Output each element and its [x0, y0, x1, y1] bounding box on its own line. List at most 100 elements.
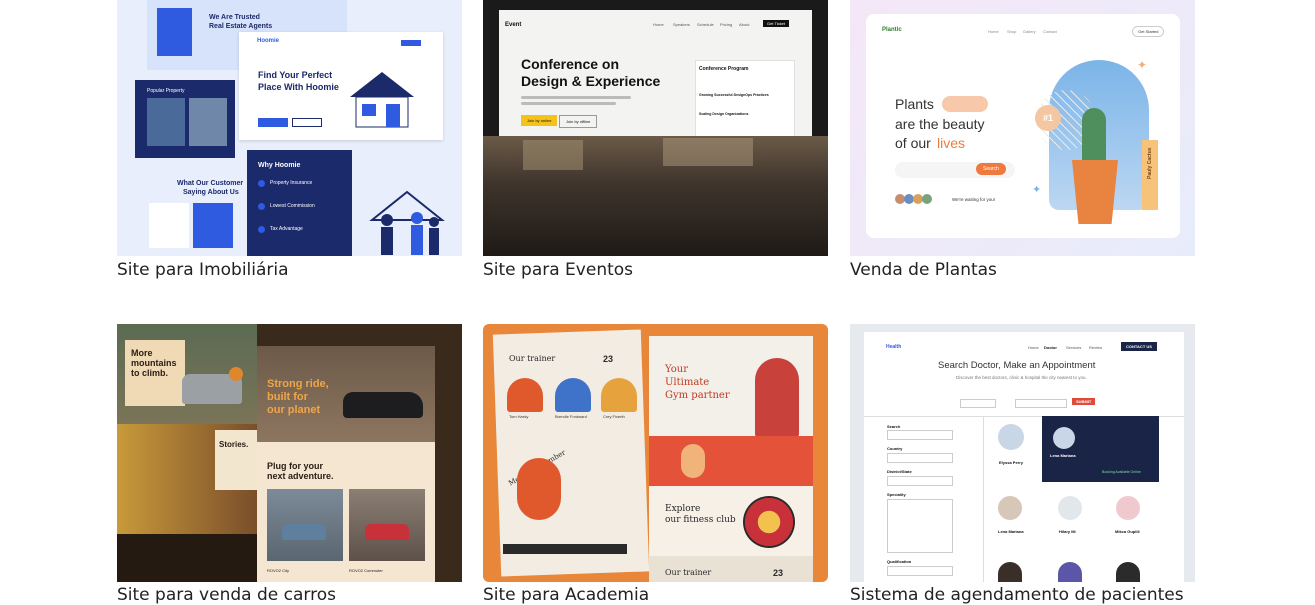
doctor-avatar — [998, 562, 1022, 582]
car-shape-2 — [365, 524, 409, 540]
template-preview-plants[interactable]: Plantic Home Shop Gallery Contact Get St… — [850, 0, 1195, 256]
preview-title: Search Doctor, Make an Appointment — [938, 360, 1096, 371]
template-caption[interactable]: Sistema de agendamento de pacientes — [850, 585, 1184, 605]
testimonial-card-1 — [149, 203, 189, 248]
preview-hero-1: Strong ride, — [267, 378, 329, 390]
preview-nav-1: Home — [653, 22, 664, 27]
preview-doctor-4: Hilary Mi — [1059, 529, 1076, 534]
filter-select — [887, 476, 953, 486]
athlete-photo — [755, 358, 799, 438]
sparkle-icon: ✦ — [1137, 58, 1148, 72]
preview-heading-2: are the beauty — [895, 116, 985, 132]
preview-hero-heading-2: Real Estate Agents — [209, 23, 273, 30]
preview-hero-2: built for — [267, 391, 308, 403]
trainer-photo-3 — [601, 378, 637, 412]
preview-program-item-2: Scaling Design Organizations — [699, 112, 749, 116]
preview-subtitle: Discover the best doctors, clinic & hosp… — [956, 375, 1087, 380]
template-card-gym[interactable]: Our trainer 23 Tom Hardy Brendle Fordwar… — [483, 324, 828, 605]
template-card-cars[interactable]: More mountains to climb. Stories. Strong… — [117, 324, 462, 605]
template-card-plants[interactable]: Plantic Home Shop Gallery Contact Get St… — [850, 0, 1195, 280]
preview-logo: Plantic — [882, 27, 902, 33]
preview-stories: Stories. — [219, 440, 249, 449]
cactus-body — [1082, 108, 1106, 166]
preview-name-field — [960, 399, 996, 408]
template-preview-health[interactable]: Health Home Doctor Services Review CONTA… — [850, 324, 1195, 582]
preview-nav-2: Shop — [1007, 29, 1017, 34]
preview-waiting-text: We're waiting for you! — [952, 197, 996, 202]
preview-doctor-1: Elyssa Perry — [999, 460, 1024, 465]
template-preview-gym[interactable]: Our trainer 23 Tom Hardy Brendle Fordwar… — [483, 324, 828, 582]
plant-pill — [942, 96, 988, 112]
preview-nav-5: About — [739, 22, 750, 27]
preview-filter-5: Qualification — [887, 559, 912, 564]
preview-hero-3: our planet — [267, 404, 321, 416]
photo-window — [663, 138, 753, 166]
preview-nav-button: CONTACT US — [1121, 342, 1157, 351]
preview-nav-button: Get Ticket — [763, 20, 790, 27]
preview-trainer-count: 23 — [603, 354, 614, 364]
preview-heading-accent: lives — [937, 135, 966, 151]
preview-trainer-title: Our trainer — [509, 354, 556, 363]
preview-nav-2: Doctor — [1044, 345, 1057, 350]
doctor-avatar — [1053, 427, 1075, 449]
template-card-health[interactable]: Health Home Doctor Services Review CONTA… — [850, 324, 1195, 605]
house-photo-2 — [189, 98, 227, 146]
template-caption[interactable]: Site para Academia — [483, 585, 649, 605]
trainer-photo-2 — [555, 378, 591, 412]
preview-nav-1: Home — [1028, 345, 1039, 350]
preview-logo: Health — [886, 344, 902, 350]
preview-trainer-1: Tom Hardy — [509, 414, 529, 419]
weights-photo — [743, 496, 795, 548]
preview-feature-2: Lowest Commission — [270, 203, 315, 209]
template-card-events[interactable]: Event Home Speakers Schedule Pricing Abo… — [483, 0, 828, 280]
preview-heading-1: Conference on — [521, 56, 620, 72]
preview-testimonial-1: What Our Customer — [177, 180, 244, 187]
preview-hero-2: Ultimate — [665, 377, 710, 388]
preview-property-label: Popular Property — [147, 88, 185, 94]
preview-headline-3: to climb. — [131, 368, 169, 378]
preview-nav-3: Gallery — [1023, 29, 1036, 34]
preview-nav-3: Schedule — [697, 22, 714, 27]
trainer-photo-1 — [507, 378, 543, 412]
preview-bottom-title: Our trainer — [665, 568, 712, 577]
doctor-avatar — [1116, 496, 1140, 520]
template-preview-cars[interactable]: More mountains to climb. Stories. Strong… — [117, 324, 462, 582]
preview-heading-2: Design & Experience — [521, 73, 661, 89]
preview-secondary-button: Join by offline — [559, 115, 598, 128]
preview-logo: Hoomie — [257, 38, 280, 44]
preview-feature-1: Property Insurance — [270, 180, 313, 186]
template-caption[interactable]: Venda de Plantas — [850, 260, 997, 280]
car-shape-1 — [282, 524, 326, 540]
template-caption[interactable]: Site para venda de carros — [117, 585, 336, 605]
play-icon — [229, 367, 243, 381]
preview-plug-2: next adventure. — [267, 471, 334, 481]
preview-side-label: Pauly Cactus — [1147, 147, 1153, 179]
suv-illustration — [343, 392, 423, 418]
preview-plug-1: Plug for your — [267, 461, 323, 471]
avatar-group — [895, 191, 933, 204]
template-preview-events[interactable]: Event Home Speakers Schedule Pricing Abo… — [483, 0, 828, 256]
gym-feature-band — [649, 436, 813, 486]
template-caption[interactable]: Site para Imobiliária — [117, 260, 289, 280]
preview-doctor-2: Lena Mariana — [1050, 453, 1076, 458]
preview-nav-1: Home — [988, 29, 999, 34]
template-caption[interactable]: Site para Eventos — [483, 260, 633, 280]
preview-hero-heading-1: We Are Trusted — [209, 14, 260, 21]
gym-page-left — [492, 329, 650, 577]
feature-icon-1 — [258, 180, 265, 187]
preview-car-1: ROVO2 City — [267, 568, 290, 573]
template-preview-real-estate[interactable]: We Are Trusted Real Estate Agents Popula… — [117, 0, 462, 256]
sparkle-icon: ✦ — [1032, 184, 1042, 196]
preview-trainer-3: Crey Fiverth — [603, 414, 625, 419]
plant-pot — [1072, 160, 1118, 224]
building-illustration — [157, 8, 192, 56]
preview-explore-1: Explore — [665, 504, 701, 514]
preview-submit: SUBMIT — [1072, 398, 1096, 405]
preview-nav-4: Contact — [1043, 29, 1057, 34]
preview-cta-button — [258, 118, 288, 127]
preview-find-heading-2: Place With Hoomie — [258, 82, 339, 92]
people-illustration — [362, 180, 452, 256]
doctor-avatar — [998, 424, 1024, 450]
preview-explore-2: our fitness club — [665, 515, 736, 525]
template-card-real-estate[interactable]: We Are Trusted Real Estate Agents Popula… — [117, 0, 462, 280]
